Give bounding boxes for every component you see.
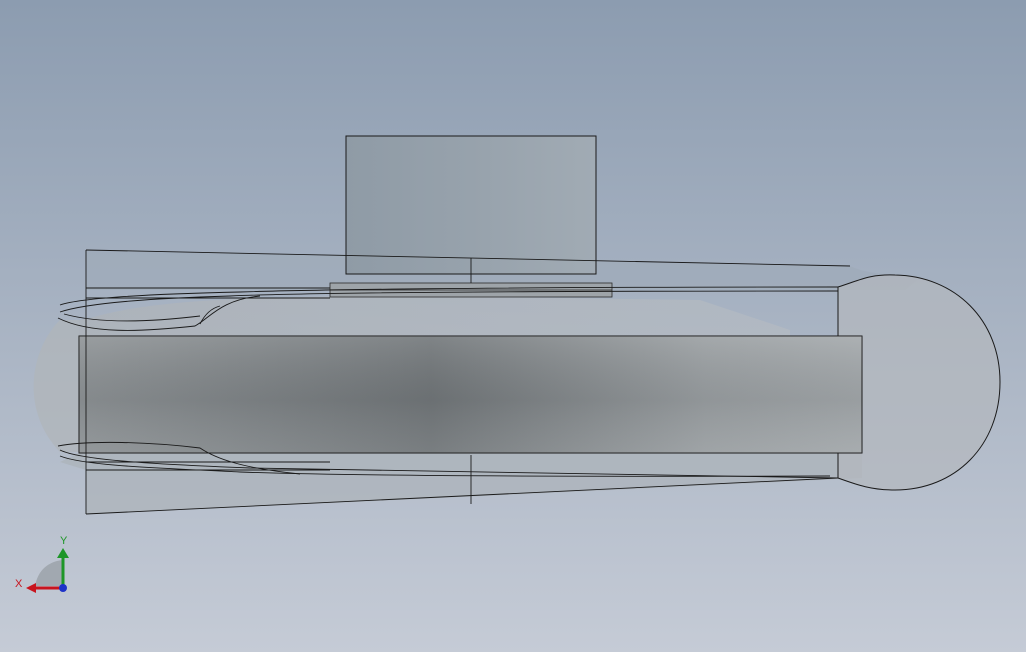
z-axis-dot	[59, 584, 67, 592]
graphics-viewport[interactable]: Y X	[0, 0, 1026, 652]
main-bar	[78, 335, 863, 454]
x-axis-label: X	[15, 578, 23, 590]
y-axis-label: Y	[60, 535, 68, 547]
model-view[interactable]: Y X	[0, 0, 1026, 652]
